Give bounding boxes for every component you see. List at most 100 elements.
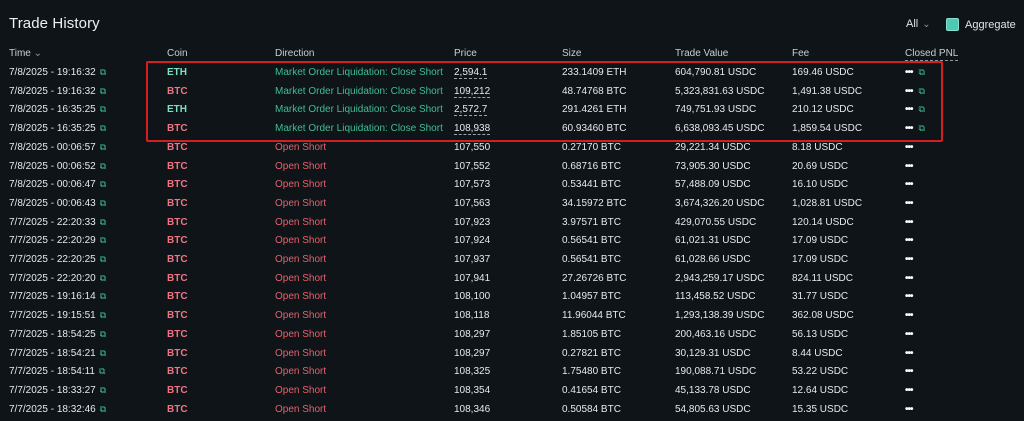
external-link-icon[interactable]: ⧉ xyxy=(100,161,106,172)
direction-cell: Open Short xyxy=(275,384,327,396)
coin-cell[interactable]: BTC xyxy=(167,348,188,359)
coin-cell[interactable]: BTC xyxy=(167,273,188,284)
size-cell: 34.15972 BTC xyxy=(562,197,627,209)
external-link-icon[interactable]: ⧉ xyxy=(100,254,106,265)
filter-dropdown[interactable]: All ⌄ xyxy=(906,18,931,30)
external-link-icon[interactable]: ⧉ xyxy=(100,329,106,340)
size-cell: 0.27170 BTC xyxy=(562,141,621,153)
fee-cell: 1,491.38 USDC xyxy=(792,85,863,97)
coin-cell[interactable]: BTC xyxy=(167,235,188,246)
direction-cell: Open Short xyxy=(275,160,327,172)
time-cell: 7/7/2025 - 18:32:46 ⧉ xyxy=(9,404,106,415)
header-time[interactable]: Time ⌄ xyxy=(9,48,42,59)
time-cell: 7/8/2025 - 00:06:57 ⧉ xyxy=(9,142,106,153)
fee-cell: 210.12 USDC xyxy=(792,104,854,116)
time-text: 7/7/2025 - 18:54:11 xyxy=(9,366,95,378)
direction-cell: Open Short xyxy=(275,272,327,284)
trade-value-cell: 73,905.30 USDC xyxy=(675,160,751,172)
coin-cell[interactable]: BTC xyxy=(167,385,188,396)
hidden-pnl-dots[interactable]: ••• xyxy=(905,179,913,190)
coin-cell[interactable]: ETH xyxy=(167,104,187,115)
hidden-pnl-dots[interactable]: ••• xyxy=(905,161,913,172)
hidden-pnl-dots[interactable]: ••• xyxy=(905,329,913,340)
coin-cell[interactable]: ETH xyxy=(167,67,187,78)
hidden-pnl-dots[interactable]: ••• xyxy=(905,67,913,78)
price-cell: 107,550 xyxy=(454,141,491,153)
external-link-icon[interactable]: ⧉ xyxy=(100,217,106,228)
external-link-icon[interactable]: ⧉ xyxy=(100,86,106,97)
hidden-pnl-dots[interactable]: ••• xyxy=(905,385,913,396)
price-cell[interactable]: 2,572.7 xyxy=(454,104,488,117)
coin-cell[interactable]: BTC xyxy=(167,142,188,153)
hidden-pnl-dots[interactable]: ••• xyxy=(905,104,913,115)
hidden-pnl-dots[interactable]: ••• xyxy=(905,310,913,321)
fee-cell: 17.09 USDC xyxy=(792,254,849,265)
price-cell[interactable]: 2,594.1 xyxy=(454,67,488,79)
hidden-pnl-dots[interactable]: ••• xyxy=(905,366,913,377)
external-link-icon[interactable]: ⧉ xyxy=(100,291,106,302)
external-link-icon[interactable]: ⧉ xyxy=(100,404,106,415)
fee-cell: 56.13 USDC xyxy=(792,328,849,340)
fee-cell: 8.18 USDC xyxy=(792,141,843,153)
time-cell: 7/7/2025 - 18:54:21 ⧉ xyxy=(9,348,106,359)
price-cell[interactable]: 108,938 xyxy=(454,123,491,136)
hidden-pnl-dots[interactable]: ••• xyxy=(905,348,913,359)
coin-cell[interactable]: BTC xyxy=(167,291,188,302)
hidden-pnl-dots[interactable]: ••• xyxy=(905,254,913,265)
external-link-icon[interactable]: ⧉ xyxy=(100,235,106,246)
coin-cell[interactable]: BTC xyxy=(167,217,188,228)
external-link-icon[interactable]: ⧉ xyxy=(100,179,106,190)
hidden-pnl-dots[interactable]: ••• xyxy=(905,86,913,97)
external-link-icon[interactable]: ⧉ xyxy=(100,273,106,284)
closed-pnl-cell: ••• xyxy=(905,273,913,284)
hidden-pnl-dots[interactable]: ••• xyxy=(905,142,913,153)
closed-pnl-cell: ••• ⧉ xyxy=(905,104,925,115)
coin-cell[interactable]: BTC xyxy=(167,310,188,321)
time-cell: 7/7/2025 - 19:15:51 ⧉ xyxy=(9,310,106,321)
coin-cell[interactable]: BTC xyxy=(167,254,188,265)
coin-cell[interactable]: BTC xyxy=(167,198,188,209)
time-cell: 7/7/2025 - 22:20:29 ⧉ xyxy=(9,235,106,246)
price-cell: 107,573 xyxy=(454,179,491,191)
time-cell: 7/8/2025 - 00:06:52 ⧉ xyxy=(9,161,106,172)
time-text: 7/7/2025 - 22:20:29 xyxy=(9,235,96,247)
external-link-icon[interactable]: ⧉ xyxy=(919,86,925,96)
coin-cell[interactable]: BTC xyxy=(167,179,188,190)
coin-cell[interactable]: BTC xyxy=(167,161,188,172)
external-link-icon[interactable]: ⧉ xyxy=(100,142,106,153)
aggregate-checkbox[interactable] xyxy=(946,18,959,31)
closed-pnl-cell: ••• xyxy=(905,235,913,246)
coin-cell[interactable]: BTC xyxy=(167,86,188,97)
external-link-icon[interactable]: ⧉ xyxy=(919,123,925,133)
external-link-icon[interactable]: ⧉ xyxy=(100,385,106,396)
coin-cell[interactable]: BTC xyxy=(167,366,188,377)
closed-pnl-cell: ••• ⧉ xyxy=(905,67,925,78)
hidden-pnl-dots[interactable]: ••• xyxy=(905,273,913,284)
external-link-icon[interactable]: ⧉ xyxy=(100,348,106,359)
aggregate-toggle[interactable]: Aggregate xyxy=(946,18,1016,31)
size-cell: 233.1409 ETH xyxy=(562,67,627,78)
external-link-icon[interactable]: ⧉ xyxy=(100,104,106,115)
hidden-pnl-dots[interactable]: ••• xyxy=(905,198,913,209)
price-cell: 108,118 xyxy=(454,310,490,322)
hidden-pnl-dots[interactable]: ••• xyxy=(905,404,913,415)
size-cell: 60.93460 BTC xyxy=(562,123,627,135)
coin-cell[interactable]: BTC xyxy=(167,123,188,134)
external-link-icon[interactable]: ⧉ xyxy=(100,123,106,134)
price-cell[interactable]: 109,212 xyxy=(454,86,491,98)
external-link-icon[interactable]: ⧉ xyxy=(100,310,106,321)
closed-pnl-cell: ••• xyxy=(905,385,913,396)
external-link-icon[interactable]: ⧉ xyxy=(99,366,105,377)
coin-cell[interactable]: BTC xyxy=(167,404,188,415)
coin-cell[interactable]: BTC xyxy=(167,329,188,340)
fee-cell: 120.14 USDC xyxy=(792,216,854,228)
hidden-pnl-dots[interactable]: ••• xyxy=(905,217,913,228)
external-link-icon[interactable]: ⧉ xyxy=(100,67,106,78)
time-cell: 7/8/2025 - 00:06:47 ⧉ xyxy=(9,179,106,190)
hidden-pnl-dots[interactable]: ••• xyxy=(905,291,913,302)
hidden-pnl-dots[interactable]: ••• xyxy=(905,235,913,246)
external-link-icon[interactable]: ⧉ xyxy=(100,198,106,209)
external-link-icon[interactable]: ⧉ xyxy=(919,104,925,114)
external-link-icon[interactable]: ⧉ xyxy=(919,67,925,77)
hidden-pnl-dots[interactable]: ••• xyxy=(905,123,913,134)
